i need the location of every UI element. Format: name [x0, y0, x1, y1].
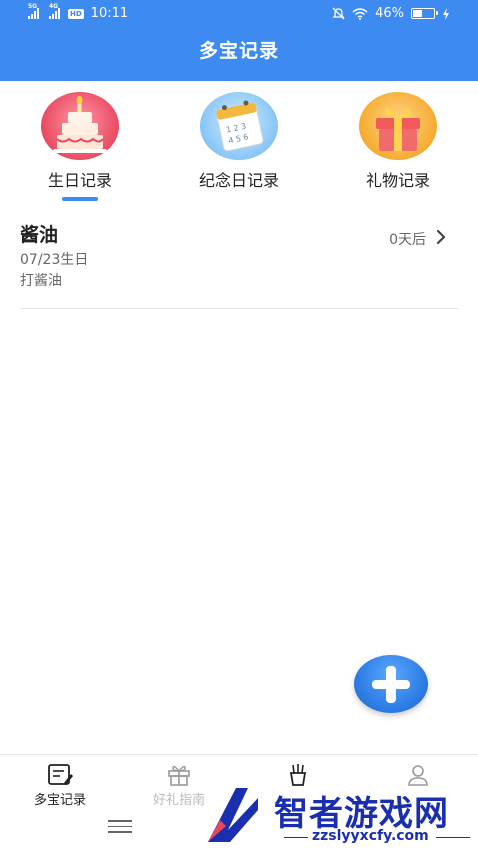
calendar-icon: 1 2 3 4 5 6	[200, 92, 278, 160]
gift-box-icon	[359, 92, 437, 160]
tab-birthday-records[interactable]: 生日记录	[20, 92, 140, 201]
tab-gift-records[interactable]: 礼物记录	[338, 92, 458, 191]
chevron-right-icon	[436, 229, 446, 245]
add-record-button[interactable]	[354, 655, 428, 713]
record-countdown: 0天后	[389, 232, 426, 248]
nav-item-records[interactable]: 多宝记录	[0, 763, 120, 808]
watermark-logo	[208, 788, 258, 842]
watermark-url: zzslyyxcfy.com	[312, 828, 429, 844]
tab-label: 生日记录	[47, 171, 112, 190]
app-header: 5G 4G HD 10:11 46% 多宝记录	[0, 0, 478, 81]
birthday-cake-icon	[41, 92, 119, 160]
hd-icon: HD	[68, 8, 84, 19]
gift-icon	[168, 765, 190, 786]
page-title: 多宝记录	[198, 40, 279, 62]
charging-icon	[443, 7, 449, 20]
tab-label: 礼物记录	[365, 171, 430, 190]
record-name: 酱油	[20, 224, 59, 246]
mute-icon	[332, 7, 345, 20]
system-menu-icon[interactable]	[108, 820, 132, 834]
battery-percent: 46%	[375, 6, 404, 21]
notebook-icon	[48, 764, 73, 785]
nav-label: 多宝记录	[33, 793, 86, 808]
battery-icon	[411, 8, 438, 19]
status-time: 10:11	[90, 6, 129, 21]
record-gift: 打酱油	[20, 273, 62, 289]
record-date: 07/23生日	[20, 252, 89, 268]
watermark-divider	[436, 837, 470, 838]
wifi-icon	[352, 7, 368, 20]
watermark-divider	[284, 837, 308, 838]
tab-label: 纪念日记录	[198, 171, 279, 190]
signal-5g-icon: 5G	[28, 3, 39, 19]
active-tab-indicator	[62, 197, 98, 201]
watermark: 智者游戏网 zzslyyxcfy.com	[200, 780, 478, 850]
signal-4g-icon: 4G	[49, 3, 60, 19]
list-item[interactable]: 酱油 07/23生日 打酱油 0天后	[20, 216, 458, 309]
status-bar: 5G 4G HD 10:11 46%	[0, 0, 478, 30]
tab-anniversary-records[interactable]: 1 2 3 4 5 6 纪念日记录	[179, 92, 299, 191]
